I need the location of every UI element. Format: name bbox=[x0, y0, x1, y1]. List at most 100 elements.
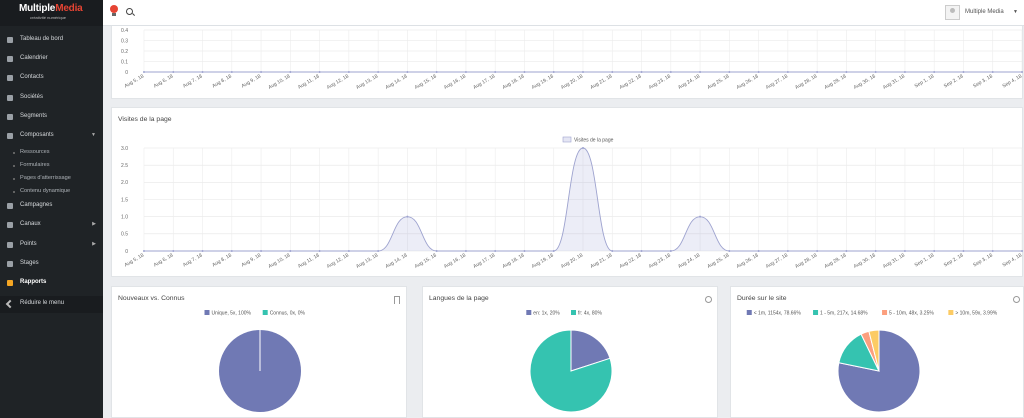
data-point bbox=[464, 71, 467, 73]
chevron-down-icon[interactable]: ▼ bbox=[1013, 9, 1018, 15]
y-tick-label: 0.3 bbox=[121, 38, 128, 44]
sidebar-item-societes[interactable]: Sociétés bbox=[0, 91, 103, 108]
chevron-down-icon: ▼ bbox=[91, 132, 96, 138]
x-tick-label: Aug 20, 18 bbox=[560, 73, 584, 90]
sidebar-item-label: Campagnes bbox=[20, 202, 53, 208]
x-tick-label: Aug 10, 18 bbox=[267, 73, 291, 90]
x-tick-label: Aug 7, 18 bbox=[182, 252, 204, 268]
data-point bbox=[552, 250, 555, 252]
x-tick-label: Aug 23, 18 bbox=[648, 73, 672, 90]
sidebar-item-contacts[interactable]: Contacts bbox=[0, 71, 103, 88]
languages-pie: en: 1x, 20% fr: 4x, 80% bbox=[526, 310, 613, 413]
data-point bbox=[699, 71, 702, 73]
x-tick-label: Sep 1, 18 bbox=[914, 73, 936, 89]
sidebar-subitem[interactable]: Formulaires bbox=[20, 162, 50, 168]
data-point bbox=[201, 71, 204, 73]
x-tick-label: Aug 12, 18 bbox=[326, 252, 350, 269]
x-tick-label: Sep 3, 18 bbox=[972, 252, 994, 268]
legend-swatch bbox=[204, 310, 210, 315]
sidebar-item-composants[interactable]: Composants ▼ bbox=[0, 129, 103, 146]
new-vs-known-pie: Unique, 5x, 100% Connus, 0x, 0% bbox=[204, 310, 306, 412]
sidebar-item-segments[interactable]: Segments bbox=[0, 110, 103, 127]
x-tick-label: Aug 9, 18 bbox=[241, 73, 263, 89]
calculator-icon bbox=[7, 242, 13, 248]
bookmark-icon[interactable] bbox=[394, 296, 400, 304]
y-tick-label: 0.1 bbox=[121, 59, 128, 65]
data-point bbox=[143, 250, 145, 252]
sidebar-item-label: Stages bbox=[20, 260, 39, 266]
brand-logo[interactable]: MultipleMedia créativité numérique bbox=[0, 0, 103, 26]
x-tick-label: Aug 28, 18 bbox=[794, 73, 818, 90]
panel-duration: Durée sur le site < 1m, 1154x, 78.66% 1 -… bbox=[730, 286, 1024, 418]
x-tick-label: Aug 17, 18 bbox=[472, 73, 496, 90]
layers-icon bbox=[7, 261, 13, 267]
x-tick-label: Aug 9, 18 bbox=[241, 252, 263, 268]
data-point bbox=[406, 71, 409, 73]
rss-icon bbox=[7, 222, 13, 228]
sidebar-item-points[interactable]: Points ▶ bbox=[0, 238, 103, 255]
data-point bbox=[845, 71, 848, 73]
data-point bbox=[201, 250, 204, 252]
user-menu-name[interactable]: Multiple Media bbox=[965, 9, 1004, 15]
sidebar-item-label: Rapports bbox=[20, 279, 47, 285]
x-tick-label: Aug 14, 18 bbox=[384, 73, 408, 90]
avatar[interactable] bbox=[945, 5, 960, 20]
y-tick-label: 2.0 bbox=[121, 180, 128, 186]
data-point bbox=[728, 71, 731, 73]
bullet-icon bbox=[13, 152, 15, 154]
legend-label: en: 1x, 20% bbox=[533, 311, 560, 317]
panel-visits: Visites de la page 0 0.5 1.0 1.5 2.0 2.5 3.0 Au… bbox=[111, 107, 1023, 277]
duration-title: Durée sur le site bbox=[737, 295, 787, 302]
clock-icon[interactable] bbox=[1013, 296, 1020, 303]
x-tick-label: Aug 14, 18 bbox=[384, 252, 408, 269]
sidebar-subitem[interactable]: Pages d'atterrissage bbox=[20, 175, 71, 181]
data-point bbox=[523, 250, 526, 252]
x-tick-label: Aug 5, 18 bbox=[123, 252, 145, 268]
x-tick-label: Aug 24, 18 bbox=[677, 73, 701, 90]
collapse-menu-button[interactable]: Réduire le menu bbox=[0, 296, 103, 313]
building-icon bbox=[7, 95, 13, 101]
sidebar-subitem[interactable]: Ressources bbox=[20, 149, 50, 155]
data-point bbox=[172, 71, 175, 73]
sidebar-item-rapports[interactable]: Rapports bbox=[0, 276, 103, 293]
globe-icon[interactable] bbox=[705, 296, 712, 303]
x-tick-label: Sep 2, 18 bbox=[943, 73, 965, 89]
legend-swatch bbox=[948, 310, 954, 315]
visits-panel-title: Visites de la page bbox=[118, 116, 172, 123]
data-point bbox=[962, 250, 965, 252]
x-tick-label: Aug 11, 18 bbox=[297, 252, 321, 269]
data-point bbox=[143, 71, 145, 73]
data-point bbox=[494, 71, 497, 73]
data-point bbox=[377, 250, 380, 252]
notification-bell-icon[interactable] bbox=[110, 5, 118, 13]
sidebar-item-stages[interactable]: Stages bbox=[0, 257, 103, 274]
sidebar-item-canaux[interactable]: Canaux ▶ bbox=[0, 218, 103, 235]
top-line-chart: 0 0.1 0.2 0.3 0.4 Aug 5, 18 Aug 6, 18 Aug 7, 18… bbox=[121, 28, 1023, 91]
bullet-icon bbox=[13, 165, 15, 167]
search-icon-handle bbox=[131, 13, 136, 17]
clock-icon bbox=[7, 203, 13, 209]
x-tick-label: Aug 31, 18 bbox=[882, 73, 906, 90]
pie-icon bbox=[7, 114, 13, 120]
data-point bbox=[816, 71, 819, 73]
x-tick-label: Aug 19, 18 bbox=[531, 252, 555, 269]
sidebar-item-tableau[interactable]: Tableau de bord bbox=[0, 33, 103, 50]
legend-label: Unique, 5x, 100% bbox=[212, 311, 252, 317]
x-tick-label: Sep 4, 18 bbox=[1001, 252, 1023, 268]
data-point bbox=[903, 250, 906, 252]
data-point bbox=[435, 250, 438, 252]
sidebar-subitem[interactable]: Contenu dynamique bbox=[20, 188, 70, 194]
legend-swatch bbox=[262, 310, 268, 315]
sidebar-item-campagnes[interactable]: Campagnes bbox=[0, 199, 103, 216]
sidebar-item-calendrier[interactable]: Calendrier bbox=[0, 52, 103, 69]
x-tick-label: Aug 29, 18 bbox=[823, 252, 847, 269]
data-point bbox=[406, 215, 409, 218]
x-tick-label: Aug 25, 18 bbox=[706, 252, 730, 269]
legend-label: 5 - 10m, 48x, 3.25% bbox=[889, 311, 934, 317]
x-tick-label: Aug 26, 18 bbox=[736, 73, 760, 90]
x-tick-label: Aug 25, 18 bbox=[706, 73, 730, 90]
duration-pie: < 1m, 1154x, 78.66% 1 - 5m, 217x, 14.68% 5… bbox=[746, 310, 998, 413]
x-tick-label: Aug 29, 18 bbox=[823, 73, 847, 90]
x-tick-label: Aug 30, 18 bbox=[853, 252, 877, 269]
legend-label: 1 - 5m, 217x, 14.68% bbox=[820, 311, 868, 317]
